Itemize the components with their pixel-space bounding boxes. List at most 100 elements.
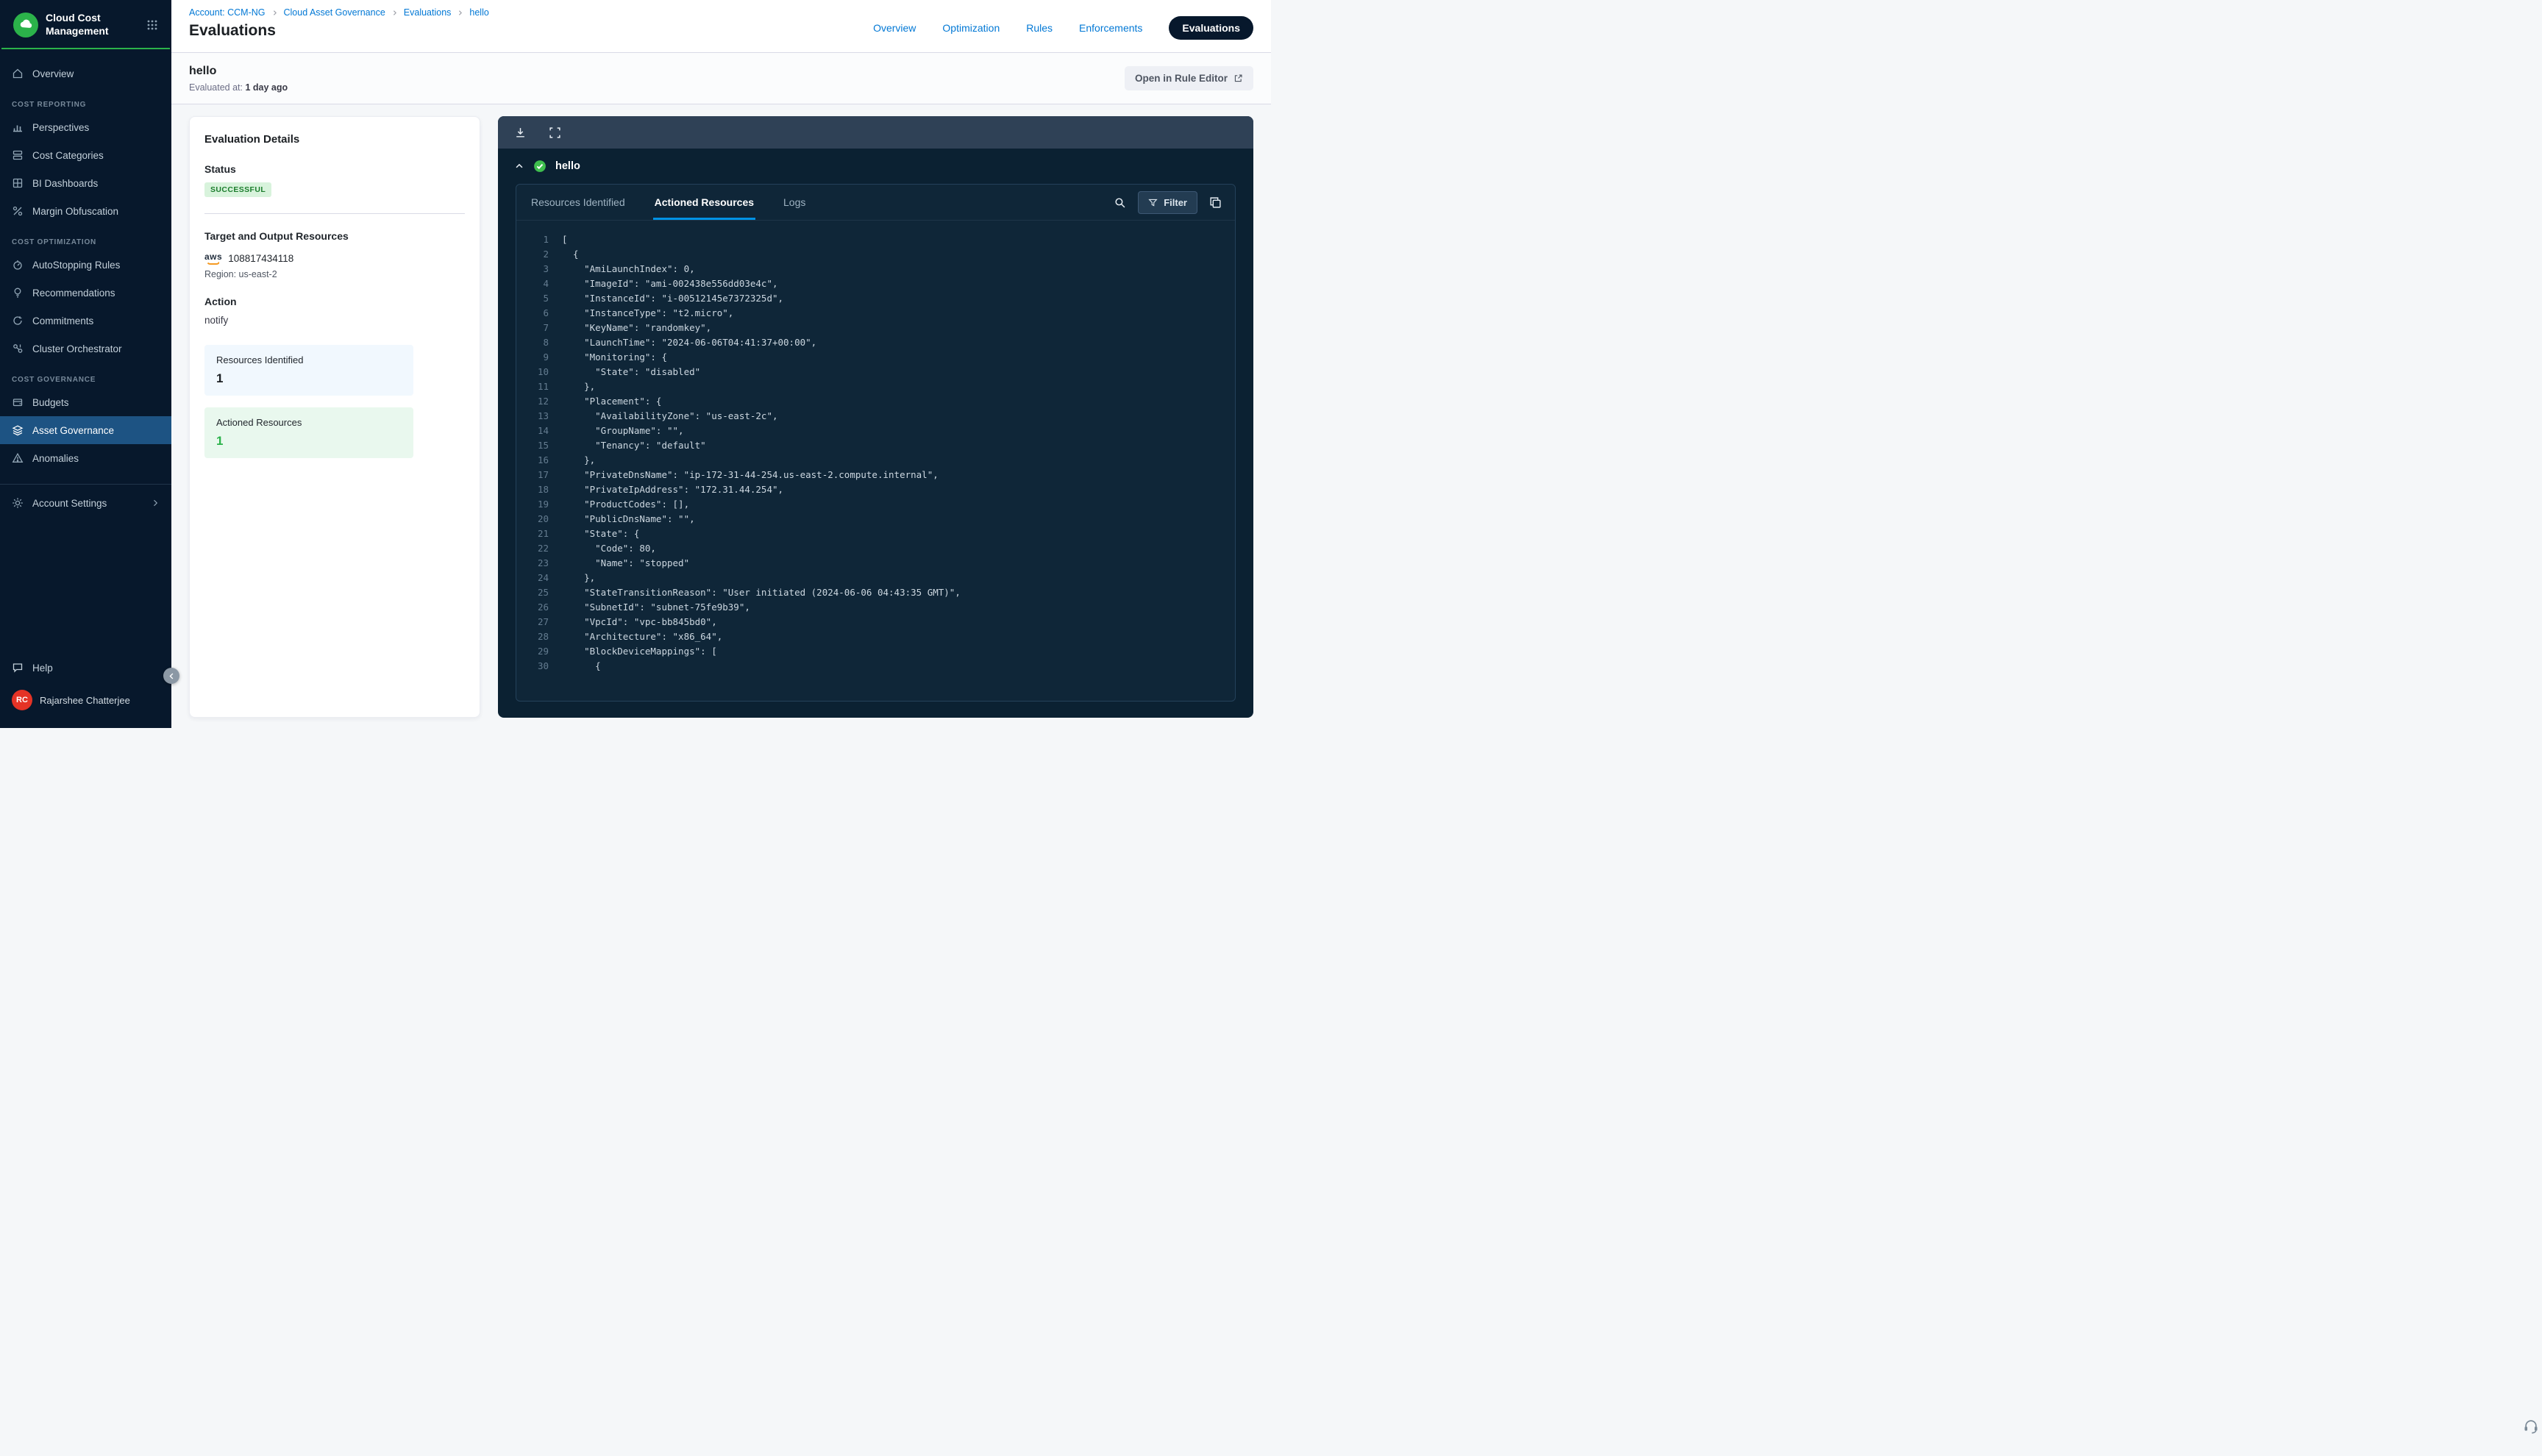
code-line: 12 "Placement": { [527,394,1220,409]
home-icon [12,68,24,79]
code-line: 19 "ProductCodes": [], [527,497,1220,512]
search-icon[interactable] [1114,196,1126,209]
ccm-logo-icon [13,13,38,38]
download-icon[interactable] [514,126,527,139]
sidebar-item-perspectives[interactable]: Perspectives [0,113,171,141]
code-line: 6 "InstanceType": "t2.micro", [527,306,1220,321]
sidebar-item-label: Cluster Orchestrator [32,343,122,354]
app-switcher-grid-icon[interactable] [145,18,160,32]
tab-rules[interactable]: Rules [1026,22,1053,34]
sidebar-item-asset-governance[interactable]: Asset Governance [0,416,171,444]
sidebar-item-bi-dashboards[interactable]: BI Dashboards [0,169,171,197]
sidebar-collapse-handle[interactable] [163,668,179,684]
sidebar-item-overview[interactable]: Overview [0,60,171,88]
breadcrumb-current: hello [469,7,488,18]
viewer-header-row: hello [498,149,1253,184]
code-line: 13 "AvailabilityZone": "us-east-2c", [527,409,1220,424]
actioned-resources-label: Actioned Resources [216,417,402,428]
page-title: Evaluations [189,22,489,40]
sidebar-item-label: Account Settings [32,498,107,509]
funnel-icon [1148,198,1158,207]
tab-enforcements[interactable]: Enforcements [1079,22,1142,34]
breadcrumb-cloud-asset-governance[interactable]: Cloud Asset Governance [284,7,385,18]
user-menu[interactable]: RC Rajarshee Chatterjee [0,682,171,718]
copy-icon[interactable] [1209,196,1222,209]
sidebar-item-cost-categories[interactable]: Cost Categories [0,141,171,169]
sidebar-item-recommendations[interactable]: Recommendations [0,279,171,307]
code-line: 27 "VpcId": "vpc-bb845bd0", [527,615,1220,629]
sidebar-item-label: Asset Governance [32,425,114,436]
code-line: 9 "Monitoring": { [527,350,1220,365]
tab-overview[interactable]: Overview [873,22,916,34]
viewer-tab-tools: Filter [1114,191,1222,214]
user-name: Rajarshee Chatterjee [40,695,130,706]
sidebar-item-anomalies[interactable]: Anomalies [0,444,171,472]
sidebar-bottom: Help RC Rajarshee Chatterjee [0,653,171,728]
content-area: Evaluation Details Status SUCCESSFUL Tar… [171,104,1271,728]
code-line: 29 "BlockDeviceMappings": [ [527,644,1220,659]
open-in-rule-editor-button[interactable]: Open in Rule Editor [1125,66,1253,90]
action-value: notify [204,315,465,326]
layers-icon [12,424,24,436]
viewer-toolbar [498,116,1253,149]
sidebar-item-label: Margin Obfuscation [32,206,118,217]
breadcrumb: Account: CCM-NG Cloud Asset Governance E… [189,7,489,18]
code-line: 16 }, [527,453,1220,468]
refresh-circle-icon [12,315,24,326]
filter-button[interactable]: Filter [1138,191,1197,214]
tab-logs[interactable]: Logs [782,185,807,220]
resources-identified-value: 1 [216,371,402,386]
sidebar-item-commitments[interactable]: Commitments [0,307,171,335]
external-link-icon [1233,74,1243,83]
sidebar-item-account-settings[interactable]: Account Settings [0,489,171,517]
breadcrumb-evaluations[interactable]: Evaluations [404,7,452,18]
action-label: Action [204,296,465,307]
open-in-rule-editor-label: Open in Rule Editor [1135,73,1228,84]
tab-optimization[interactable]: Optimization [942,22,1000,34]
sidebar-item-label: Anomalies [32,453,79,464]
target-resources-label: Target and Output Resources [204,230,465,242]
tab-evaluations-active[interactable]: Evaluations [1169,16,1253,40]
code-line: 25 "StateTransitionReason": "User initia… [527,585,1220,600]
sidebar-item-label: Budgets [32,397,69,408]
code-line: 17 "PrivateDnsName": "ip-172-31-44-254.u… [527,468,1220,482]
divider [204,213,465,214]
breadcrumb-account[interactable]: Account: CCM-NG [189,7,266,18]
fullscreen-icon[interactable] [549,126,561,139]
sidebar-divider [0,484,171,485]
viewer-tabs: Resources Identified Actioned Resources … [516,185,1235,221]
code-line: 2 { [527,247,1220,262]
sidebar-item-budgets[interactable]: Budgets [0,388,171,416]
tab-resources-identified[interactable]: Resources Identified [530,185,627,220]
status-label: Status [204,163,465,175]
page-header: Account: CCM-NG Cloud Asset Governance E… [171,0,1271,53]
sidebar-item-margin-obfuscation[interactable]: Margin Obfuscation [0,197,171,225]
sidebar-section-cost-governance: COST GOVERNANCE [0,363,171,388]
viewer-card: Resources Identified Actioned Resources … [516,184,1236,702]
sidebar-item-label: Overview [32,68,74,79]
gauge-icon [12,259,24,271]
code-line: 21 "State": { [527,527,1220,541]
resources-identified-label: Resources Identified [216,354,402,365]
tab-actioned-resources[interactable]: Actioned Resources [653,185,755,220]
code-line: 30 { [527,659,1220,674]
sidebar-item-autostopping[interactable]: AutoStopping Rules [0,251,171,279]
help-label: Help [32,663,53,674]
success-check-icon [533,160,547,173]
aws-logo-icon: aws [204,252,222,265]
avatar: RC [12,690,32,710]
chevron-up-icon[interactable] [514,161,524,171]
region-text: Region: us-east-2 [204,269,465,279]
help-button[interactable]: Help [0,653,171,682]
evaluation-subheader: hello Evaluated at: 1 day ago Open in Ru… [171,53,1271,104]
code-line: 8 "LaunchTime": "2024-06-06T04:41:37+00:… [527,335,1220,350]
sidebar-item-label: Commitments [32,315,93,326]
code-line: 15 "Tenancy": "default" [527,438,1220,453]
support-headset-icon[interactable] [2520,1415,2542,1437]
sidebar-item-cluster-orchestrator[interactable]: Cluster Orchestrator [0,335,171,363]
module-header: Cloud Cost Management [1,0,170,49]
cluster-nodes-icon [12,343,24,354]
json-code-viewer[interactable]: 1[ 2 { 3 "AmiLaunchIndex": 0, 4 "ImageId… [516,221,1235,701]
code-line: 18 "PrivateIpAddress": "172.31.44.254", [527,482,1220,497]
sidebar-section-cost-optimization: COST OPTIMIZATION [0,225,171,251]
